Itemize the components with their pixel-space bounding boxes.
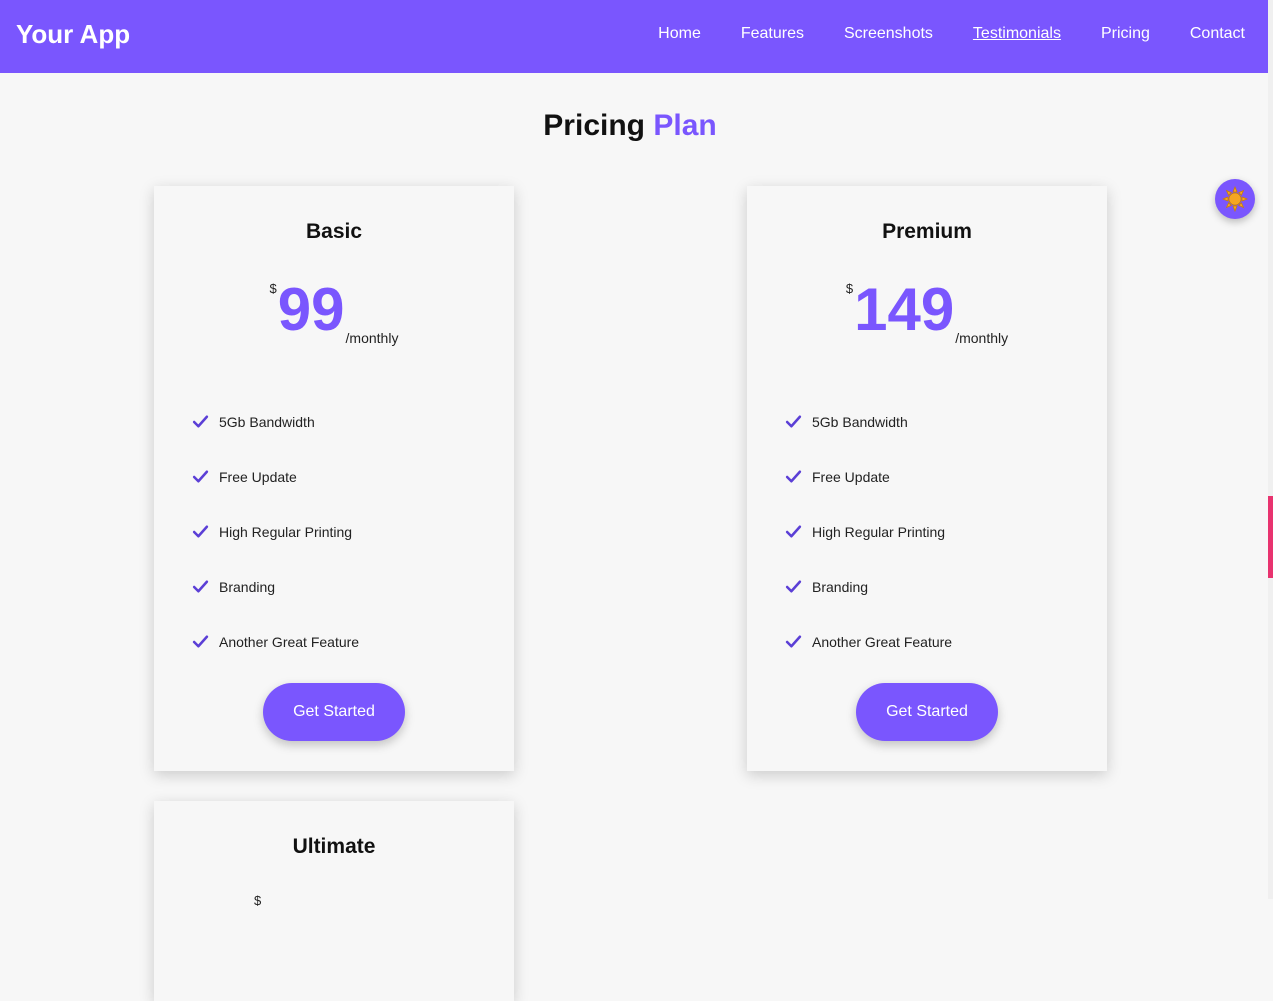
navbar: Your App Home Features Screenshots Testi…: [0, 0, 1268, 73]
get-started-button[interactable]: Get Started: [856, 683, 998, 741]
nav-link-testimonials[interactable]: Testimonials: [973, 23, 1061, 45]
feature-item: Free Update: [785, 449, 952, 504]
nav-link-features[interactable]: Features: [741, 23, 804, 45]
feature-item: High Regular Printing: [785, 504, 952, 559]
check-icon: [192, 580, 209, 593]
nav-link-contact[interactable]: Contact: [1190, 23, 1245, 45]
feature-item: 5Gb Bandwidth: [785, 394, 952, 449]
check-icon: [785, 580, 802, 593]
feature-label: Branding: [812, 578, 869, 595]
feature-label: 5Gb Bandwidth: [219, 413, 315, 430]
feature-item: High Regular Printing: [192, 504, 359, 559]
feature-label: Branding: [219, 578, 276, 595]
feature-label: Free Update: [812, 468, 890, 485]
price-period: /monthly: [345, 330, 399, 346]
section-title-accent: Plan: [653, 108, 717, 142]
check-icon: [192, 635, 209, 648]
check-icon: [785, 635, 802, 648]
price-period: /monthly: [955, 330, 1009, 346]
feature-item: Branding: [785, 559, 952, 614]
price-currency: $: [845, 281, 854, 296]
plan-price: $ 149 /monthly: [747, 276, 1107, 347]
check-icon: [192, 415, 209, 428]
plan-name: Basic: [305, 220, 363, 243]
nav-links: Home Features Screenshots Testimonials P…: [658, 23, 1245, 45]
check-icon: [785, 415, 802, 428]
feature-item: Free Update: [192, 449, 359, 504]
price-currency: $: [254, 893, 262, 908]
feature-label: 5Gb Bandwidth: [812, 413, 908, 430]
price-amount: 99: [277, 276, 345, 343]
nav-link-pricing[interactable]: Pricing: [1101, 23, 1150, 45]
feature-list: 5Gb Bandwidth Free Update High Regular P…: [192, 394, 359, 669]
feature-label: Another Great Feature: [812, 633, 953, 650]
feature-item: Branding: [192, 559, 359, 614]
check-icon: [192, 470, 209, 483]
brand-logo[interactable]: Your App: [16, 17, 130, 51]
feature-label: High Regular Printing: [219, 523, 353, 540]
feature-item: Another Great Feature: [785, 614, 952, 669]
scroll-progress-indicator: [1268, 496, 1273, 578]
check-icon: [192, 525, 209, 538]
nav-link-home[interactable]: Home: [658, 23, 701, 45]
section-title-main: Pricing: [543, 108, 645, 142]
theme-toggle-button[interactable]: [1215, 179, 1255, 219]
check-icon: [785, 525, 802, 538]
feature-label: Another Great Feature: [219, 633, 360, 650]
feature-label: High Regular Printing: [812, 523, 946, 540]
sun-icon: [1222, 186, 1248, 212]
plan-name: Ultimate: [292, 835, 376, 858]
feature-item: Another Great Feature: [192, 614, 359, 669]
price-currency: $: [269, 281, 277, 296]
feature-label: Free Update: [219, 468, 297, 485]
check-icon: [785, 470, 802, 483]
get-started-button[interactable]: Get Started: [263, 683, 405, 741]
pricing-card-basic: Basic $ 99 /monthly 5Gb Bandwidth Free U…: [154, 186, 514, 771]
plan-name: Premium: [882, 220, 972, 243]
pricing-card-ultimate: Ultimate $: [154, 801, 514, 1001]
feature-list: 5Gb Bandwidth Free Update High Regular P…: [785, 394, 952, 669]
section-title: Pricing Plan: [0, 107, 1260, 145]
nav-link-screenshots[interactable]: Screenshots: [844, 23, 933, 45]
price-amount: 149: [854, 276, 955, 343]
scrollbar-track[interactable]: [1268, 0, 1273, 899]
feature-item: 5Gb Bandwidth: [192, 394, 359, 449]
pricing-card-premium: Premium $ 149 /monthly 5Gb Bandwidth Fre…: [747, 186, 1107, 771]
plan-price: $ 99 /monthly: [154, 276, 514, 347]
